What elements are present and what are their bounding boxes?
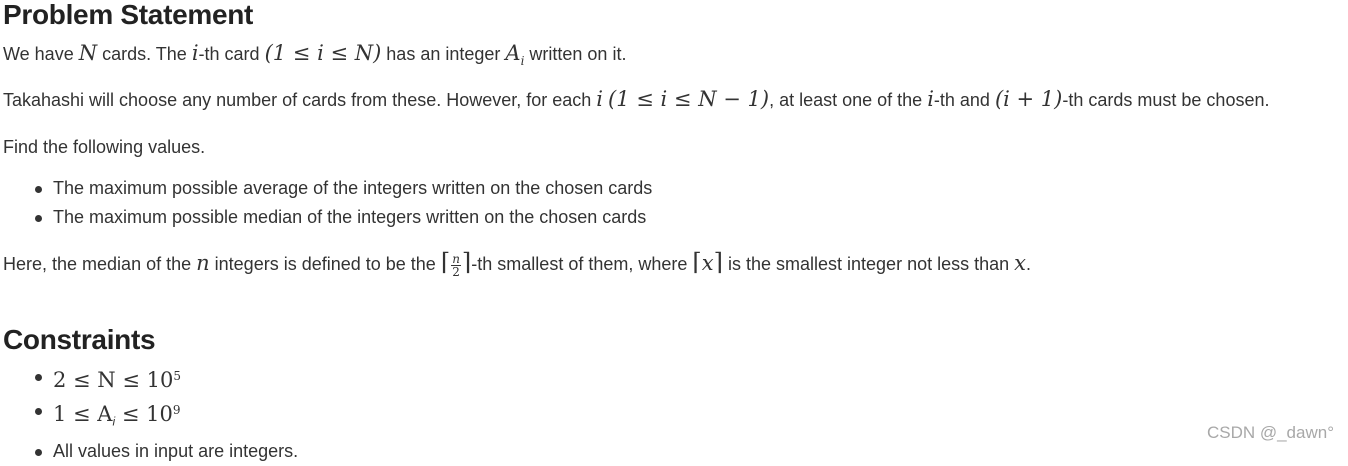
heading-constraints: Constraints bbox=[3, 324, 156, 355]
text: has an integer bbox=[381, 44, 506, 64]
text: -th card bbox=[198, 44, 265, 64]
math-range: (1 ≤ i ≤ N) bbox=[264, 41, 382, 65]
math-A: A bbox=[505, 41, 521, 65]
math-i: i bbox=[191, 41, 199, 65]
math-constraint-a: 1 ≤ A bbox=[53, 402, 113, 426]
math-i: i bbox=[596, 87, 604, 111]
paragraph-cards: We have N cards. The i-th card (1 ≤ i ≤ … bbox=[3, 42, 626, 72]
math-N: N bbox=[78, 41, 98, 65]
math-sup: 9 bbox=[172, 403, 181, 417]
math-x: x bbox=[701, 251, 714, 275]
ceil-right: ⌉ bbox=[713, 248, 723, 276]
math-n: n bbox=[196, 251, 210, 275]
math-constraint-a-upper: ≤ 10 bbox=[115, 402, 173, 426]
ceil-left: ⌈ bbox=[692, 248, 702, 276]
list-item: The maximum possible median of the integ… bbox=[3, 203, 652, 232]
ceil-left: ⌈ bbox=[440, 248, 451, 276]
ceil-right: ⌉ bbox=[461, 248, 472, 276]
text: cards. The bbox=[97, 44, 192, 64]
text: -th cards must be chosen. bbox=[1062, 90, 1270, 110]
text: is the smallest integer not less than bbox=[722, 254, 1015, 274]
math-i-plus-1: (i + 1) bbox=[994, 87, 1063, 111]
math-Ai: Ai bbox=[505, 41, 524, 68]
math-i: i bbox=[927, 87, 934, 111]
math-x: x bbox=[1014, 251, 1026, 275]
text: -th and bbox=[933, 90, 995, 110]
math-constraint-n: 2 ≤ N ≤ 10 bbox=[53, 368, 174, 392]
text: -th smallest of them, where bbox=[471, 254, 693, 274]
constraint-item: 2 ≤ N ≤ 105 bbox=[3, 362, 298, 396]
constraints-list: 2 ≤ N ≤ 105 1 ≤ Ai ≤ 109 All values in i… bbox=[3, 362, 298, 466]
text: integers is defined to be the bbox=[209, 254, 441, 274]
paragraph-median-def: Here, the median of the n integers is de… bbox=[3, 248, 1031, 278]
constraint-item: 1 ≤ Ai ≤ 109 bbox=[3, 396, 298, 437]
list-item: The maximum possible average of the inte… bbox=[3, 174, 652, 203]
text: Here, the median of the bbox=[3, 254, 197, 274]
text: , at least one of the bbox=[769, 90, 928, 110]
paragraph-choose: Takahashi will choose any number of card… bbox=[3, 88, 1269, 111]
text: Takahashi will choose any number of card… bbox=[3, 90, 597, 110]
fraction-denominator: 2 bbox=[452, 264, 460, 279]
paragraph-find: Find the following values. bbox=[3, 137, 206, 157]
math-sup: 5 bbox=[173, 369, 181, 383]
text: written on it. bbox=[524, 44, 627, 64]
values-list: The maximum possible average of the inte… bbox=[3, 174, 652, 232]
text: . bbox=[1025, 254, 1031, 274]
constraint-item: All values in input are integers. bbox=[3, 437, 298, 466]
text: We have bbox=[3, 44, 79, 64]
math-range: (1 ≤ i ≤ N − 1) bbox=[608, 87, 770, 111]
fraction-n-over-2: n2 bbox=[451, 253, 461, 278]
heading-problem-statement: Problem Statement bbox=[3, 0, 254, 30]
fraction-numerator: n bbox=[451, 251, 461, 266]
csdn-watermark: CSDN @_dawn° bbox=[1206, 423, 1334, 442]
